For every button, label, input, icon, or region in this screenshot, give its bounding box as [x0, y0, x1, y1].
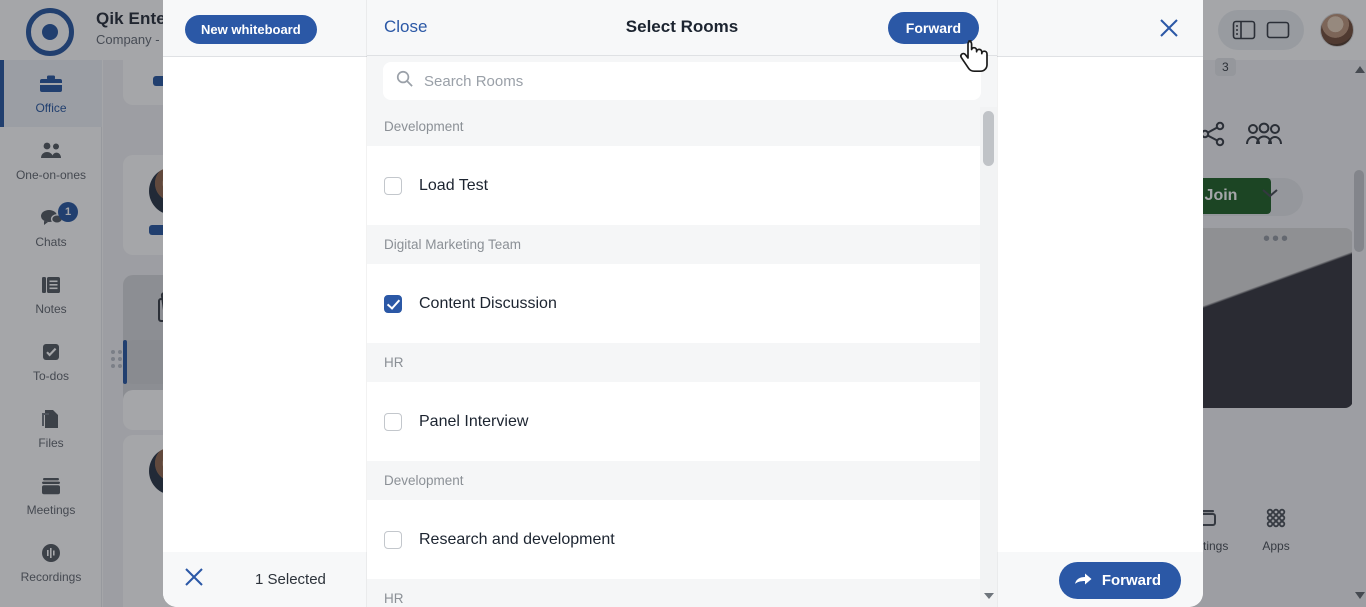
room-list-item[interactable]: Load Test: [367, 146, 997, 225]
room-checkbox[interactable]: [384, 531, 402, 549]
room-group-label: HR: [384, 591, 404, 606]
forward-button[interactable]: Forward: [1059, 562, 1181, 599]
room-name-label: Load Test: [419, 177, 488, 195]
select-rooms-sheet: Close Select Rooms Forward Development Lo…: [367, 0, 997, 607]
forward-arrow-icon: [1073, 570, 1093, 592]
mouse-cursor: [958, 38, 994, 78]
close-icon[interactable]: [183, 566, 205, 594]
room-group-header: Development: [367, 461, 997, 500]
scrollbar-thumb[interactable]: [983, 111, 994, 166]
room-name-label: Content Discussion: [419, 295, 557, 313]
room-list-item[interactable]: Panel Interview: [367, 382, 997, 461]
close-icon[interactable]: [1153, 12, 1185, 44]
select-rooms-header: Close Select Rooms Forward: [367, 0, 997, 56]
room-name-label: Panel Interview: [419, 413, 528, 431]
room-group-label: Digital Marketing Team: [384, 237, 521, 252]
new-whiteboard-button[interactable]: New whiteboard: [185, 15, 317, 44]
room-group-header: HR: [367, 343, 997, 382]
forward-button-label: Forward: [1102, 572, 1161, 589]
room-list[interactable]: Development Load Test Digital Marketing Te…: [367, 107, 997, 607]
room-group-label: Development: [384, 473, 464, 488]
search-box[interactable]: [383, 62, 981, 100]
room-group-header: HR: [367, 579, 997, 607]
room-list-item[interactable]: Content Discussion: [367, 264, 997, 343]
selected-count-label: 1 Selected: [255, 571, 326, 588]
room-group-label: Development: [384, 119, 464, 134]
room-name-label: Research and development: [419, 531, 615, 549]
caret-down-icon[interactable]: [984, 593, 994, 599]
room-group-header: Development: [367, 107, 997, 146]
selection-bar: 1 Selected: [163, 552, 367, 607]
room-checkbox[interactable]: [384, 413, 402, 431]
room-list-item[interactable]: Research and development: [367, 500, 997, 579]
search-input[interactable]: [424, 73, 969, 90]
room-group-header: Digital Marketing Team: [367, 225, 997, 264]
room-group-label: HR: [384, 355, 404, 370]
room-list-scrollbar[interactable]: [980, 107, 997, 607]
room-checkbox[interactable]: [384, 295, 402, 313]
room-checkbox[interactable]: [384, 177, 402, 195]
search-icon: [395, 69, 414, 93]
